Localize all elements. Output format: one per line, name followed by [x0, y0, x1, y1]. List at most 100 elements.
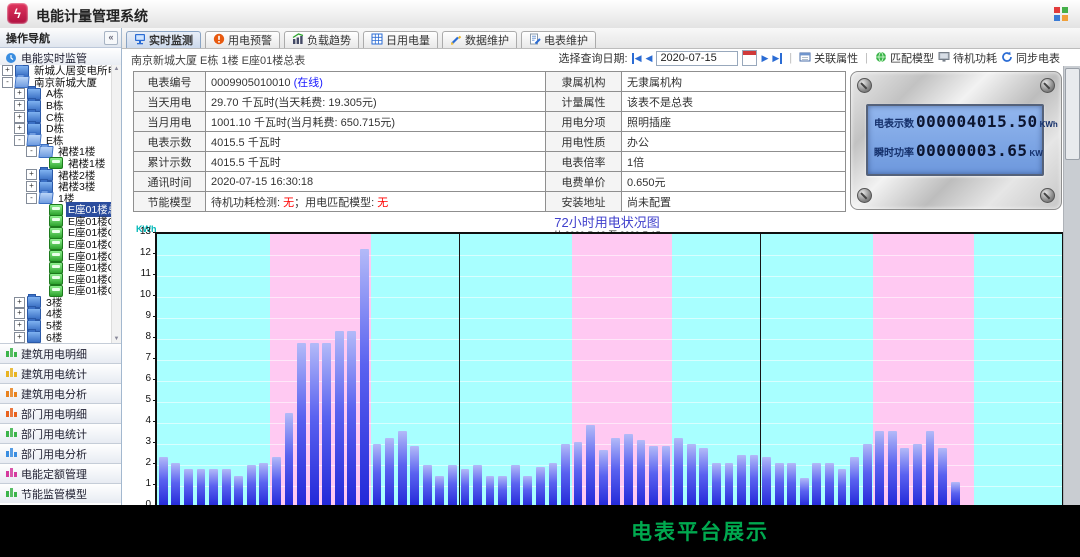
tree-item[interactable]: +6楼 — [0, 331, 121, 343]
date-query-bar: 选择查询日期:◀◀▶▶|关联属性|匹配模型待机功耗同步电表 — [559, 50, 1060, 66]
y-tick-mark — [153, 421, 157, 422]
sidebar-section-部门用电分析[interactable]: 部门用电分析 — [0, 443, 121, 463]
table-row: 当月用电1001.10 千瓦时(当月耗费: 650.715元)用电分项照明插座 — [134, 112, 846, 132]
calendar-trigger-icon[interactable] — [742, 50, 757, 66]
table-row: 电表示数4015.5 千瓦时用电性质办公 — [134, 132, 846, 152]
hourly-usage-bar — [310, 343, 319, 505]
y-tick-label: 11 — [129, 268, 151, 279]
tab-label: 电表维护 — [544, 32, 588, 48]
tab-实时监测[interactable]: 实时监测 — [126, 31, 201, 48]
table-row: 累计示数4015.5 千瓦时电表倍率1倍 — [134, 152, 846, 172]
tree-expander-icon[interactable]: - — [26, 146, 37, 157]
tree-expander-icon[interactable]: + — [14, 123, 25, 134]
tree-expander-icon[interactable]: + — [14, 320, 25, 331]
hourly-usage-bar — [322, 343, 331, 505]
tree-item-label: 6楼 — [44, 330, 64, 343]
tree-expander-icon[interactable]: + — [14, 297, 25, 308]
y-tick-mark — [153, 232, 157, 233]
sidebar-section-部门用电明细[interactable]: 部门用电明细 — [0, 403, 121, 423]
hourly-usage-bar — [624, 434, 633, 506]
hourly-usage-bar — [586, 425, 595, 505]
meter-display-panel: 电表示数 000004015.50 KWh 瞬时功率 00000003.65 K… — [850, 71, 1062, 210]
tree-expander-icon[interactable]: + — [14, 332, 25, 343]
hourly-usage-bar — [800, 478, 809, 505]
tree-expander-icon[interactable]: + — [26, 181, 37, 192]
main-scrollbar[interactable] — [1063, 66, 1080, 505]
tab-电表维护[interactable]: 电表维护 — [521, 31, 596, 48]
sync-meter-button[interactable]: 同步电表 — [1001, 50, 1060, 66]
scrollbar-thumb[interactable] — [1065, 68, 1080, 160]
link-attributes-button[interactable]: 关联属性 — [799, 50, 858, 66]
y-tick-label: 12 — [129, 247, 151, 258]
toolbar-button-label: 待机功耗 — [953, 50, 997, 66]
row-value: 无隶属机构 — [622, 72, 846, 92]
y-tick-mark — [153, 463, 157, 464]
tree-expander-icon[interactable]: + — [26, 169, 37, 180]
meter-icon — [49, 215, 63, 227]
sidebar-section-建筑用电分析[interactable]: 建筑用电分析 — [0, 383, 121, 403]
first-date-button[interactable]: ◀ — [632, 53, 642, 64]
bar-chart-icon — [5, 386, 17, 401]
match-model-button[interactable]: 匹配模型 — [875, 50, 934, 66]
sidebar-section-label: 部门用电统计 — [21, 426, 87, 442]
row-label: 隶属机构 — [546, 72, 622, 92]
tab-数据维护[interactable]: 数据维护 — [442, 31, 517, 48]
sidebar-section-建筑用电统计[interactable]: 建筑用电统计 — [0, 363, 121, 383]
toolbar-separator: | — [789, 52, 792, 64]
tree-expander-icon[interactable]: - — [14, 135, 25, 146]
tree-expander-icon[interactable]: + — [14, 100, 25, 111]
tree-item[interactable]: E座01楼C7 — [0, 285, 121, 297]
y-tick-label: 4 — [129, 415, 151, 426]
sidebar-section-建筑用电明细[interactable]: 建筑用电明细 — [0, 343, 121, 363]
trend-icon — [292, 33, 304, 48]
hourly-usage-bar — [209, 469, 218, 505]
hourly-usage-bar — [297, 343, 306, 505]
tree-expander-icon[interactable]: + — [14, 112, 25, 123]
next-date-button[interactable]: ▶ — [761, 53, 768, 64]
tree-expander-icon[interactable]: - — [2, 77, 13, 88]
lcd-row-power: 瞬时功率 00000003.65 KW — [874, 141, 1038, 170]
tab-日用电量[interactable]: 日用电量 — [363, 31, 438, 48]
app-window: ϟ 电能计量管理系统 操作导航 « 电能实时监管 +新城人居变电所电-南京新城大… — [0, 0, 1080, 557]
sidebar-section-电能定额管理[interactable]: 电能定额管理 — [0, 463, 121, 483]
hourly-usage-bar — [234, 476, 243, 506]
lcd-row-reading: 电表示数 000004015.50 KWh — [874, 112, 1038, 141]
standby-power-button[interactable]: 待机功耗 — [938, 50, 997, 66]
tab-负载趋势[interactable]: 负载趋势 — [284, 31, 359, 48]
date-input[interactable] — [656, 51, 738, 66]
sidebar-section-部门用电统计[interactable]: 部门用电统计 — [0, 423, 121, 443]
tree-scrollbar[interactable]: ▲▼ — [111, 65, 121, 343]
sidebar-section-label: 电能实时监管 — [21, 50, 87, 66]
collapse-sidebar-button[interactable]: « — [104, 31, 118, 45]
sidebar-section-label: 建筑用电明细 — [21, 346, 87, 362]
hourly-usage-bar — [825, 463, 834, 505]
sidebar-section-节能监管模型[interactable]: 节能监管模型 — [0, 483, 121, 503]
hourly-usage-bar — [549, 463, 558, 505]
app-title: 电能计量管理系统 — [36, 6, 148, 26]
lcd-unit: KWh — [1038, 120, 1058, 129]
meter-icon — [49, 250, 63, 262]
previous-date-button[interactable]: ◀ — [646, 53, 653, 64]
hourly-usage-bar — [347, 331, 356, 505]
hourly-usage-bar — [687, 444, 696, 505]
hourly-usage-bar — [398, 431, 407, 505]
y-tick-mark — [153, 337, 157, 338]
lcd-digits: 00000003.65 — [916, 141, 1027, 160]
date-label: 选择查询日期: — [559, 50, 628, 66]
hourly-usage-bar — [838, 469, 847, 505]
tab-label: 日用电量 — [386, 32, 430, 48]
tree-expander-icon[interactable]: + — [14, 308, 25, 319]
hourly-usage-bar — [888, 431, 897, 505]
tree-expander-icon[interactable]: - — [26, 193, 37, 204]
last-date-button[interactable]: ▶ — [772, 53, 782, 64]
hourly-usage-bar — [649, 446, 658, 505]
y-tick-mark — [153, 400, 157, 401]
tree-item[interactable]: 裙楼1楼 — [0, 158, 121, 170]
tree-expander-icon[interactable]: + — [2, 65, 13, 76]
tab-用电预警[interactable]: 用电预警 — [205, 31, 280, 48]
table-row: 通讯时间2020-07-15 16:30:18电费单价0.650元 — [134, 172, 846, 192]
tree-expander-icon[interactable]: + — [14, 88, 25, 99]
apps-grid-icon[interactable] — [1054, 7, 1068, 21]
lcd-label: 电表示数 — [874, 115, 916, 130]
meter-icon — [49, 273, 63, 285]
